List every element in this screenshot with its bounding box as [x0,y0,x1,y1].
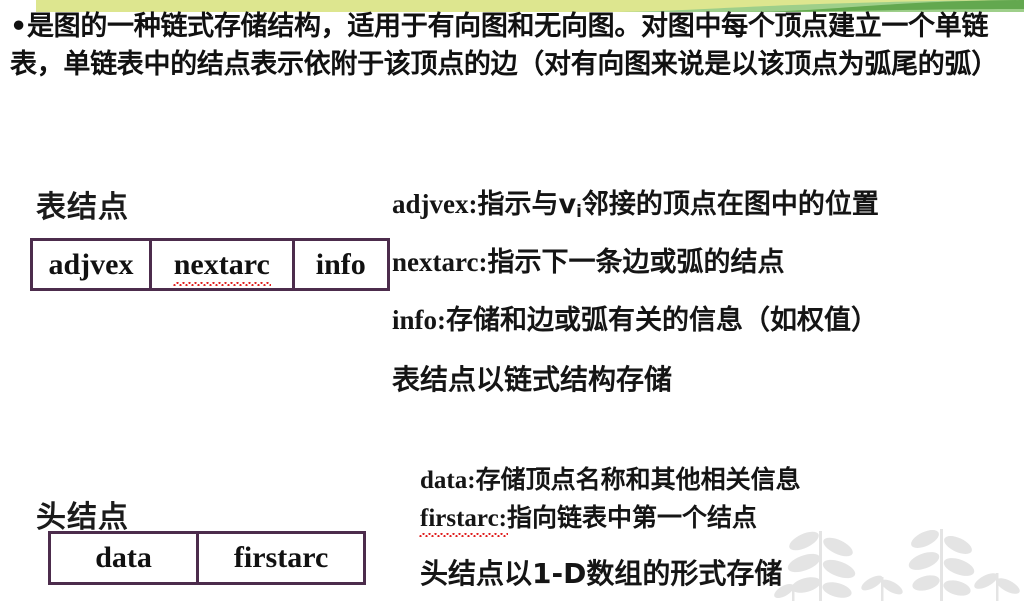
description-firstarc-body: 指向链表中第一个结点 [507,503,758,532]
description-adjvex-body-a: 指示与v [477,189,577,220]
description-adjvex-term: adjvex: [392,189,478,219]
description-nextarc-body: 指示下一条边或弧的结点 [487,247,785,278]
description-adjvex: adjvex:指示与vi邻接的顶点在图中的位置 [392,182,879,221]
head-node-cell-firstarc-text: firstarc [233,541,329,574]
list-node-label: 表结点 [36,190,129,225]
list-node-cell-nextarc: nextarc [149,241,292,288]
list-node-storage-note: 表结点以链式结构存储 [392,363,673,396]
list-node-diagram: adjvex nextarc info [30,238,390,291]
description-nextarc-term: nextarc: [392,247,488,277]
description-firstarc: firstarc:指向链表中第一个结点 [419,498,758,537]
description-data: data:存储顶点名称和其他相关信息 [420,460,801,496]
list-node-cell-info: info [291,241,387,288]
head-node-label: 头结点 [36,500,129,535]
description-nextarc: nextarc:指示下一条边或弧的结点 [392,240,784,279]
head-node-cell-data-text: data [95,541,152,574]
description-data-body: 存储顶点名称和其他相关信息 [475,465,801,494]
description-info-term: info: [392,305,446,335]
list-node-cell-nextarc-text: nextarc [172,247,271,286]
list-node-cell-adjvex: adjvex [33,241,149,288]
description-info-body: 存储和边或弧有关的信息（如权值） [446,305,878,336]
list-node-cell-info-text: info [315,247,366,281]
head-node-diagram: data firstarc [48,531,366,585]
head-node-cell-firstarc: firstarc [196,534,363,582]
description-adjvex-body-b: 邻接的顶点在图中的位置 [581,189,879,220]
description-firstarc-term: firstarc: [419,505,508,537]
description-info: info:存储和边或弧有关的信息（如权值） [392,298,878,337]
description-data-term: data: [420,467,476,494]
intro-paragraph: •是图的一种链式存储结构，适用于有向图和无向图。对图中每个顶点建立一个单链表，单… [10,11,998,80]
list-node-cell-adjvex-text: adjvex [48,247,134,281]
leaf-watermark-decoration [774,529,1020,601]
head-node-storage-note: 头结点以1-D数组的形式存储 [420,557,783,590]
head-node-cell-data: data [51,534,196,582]
